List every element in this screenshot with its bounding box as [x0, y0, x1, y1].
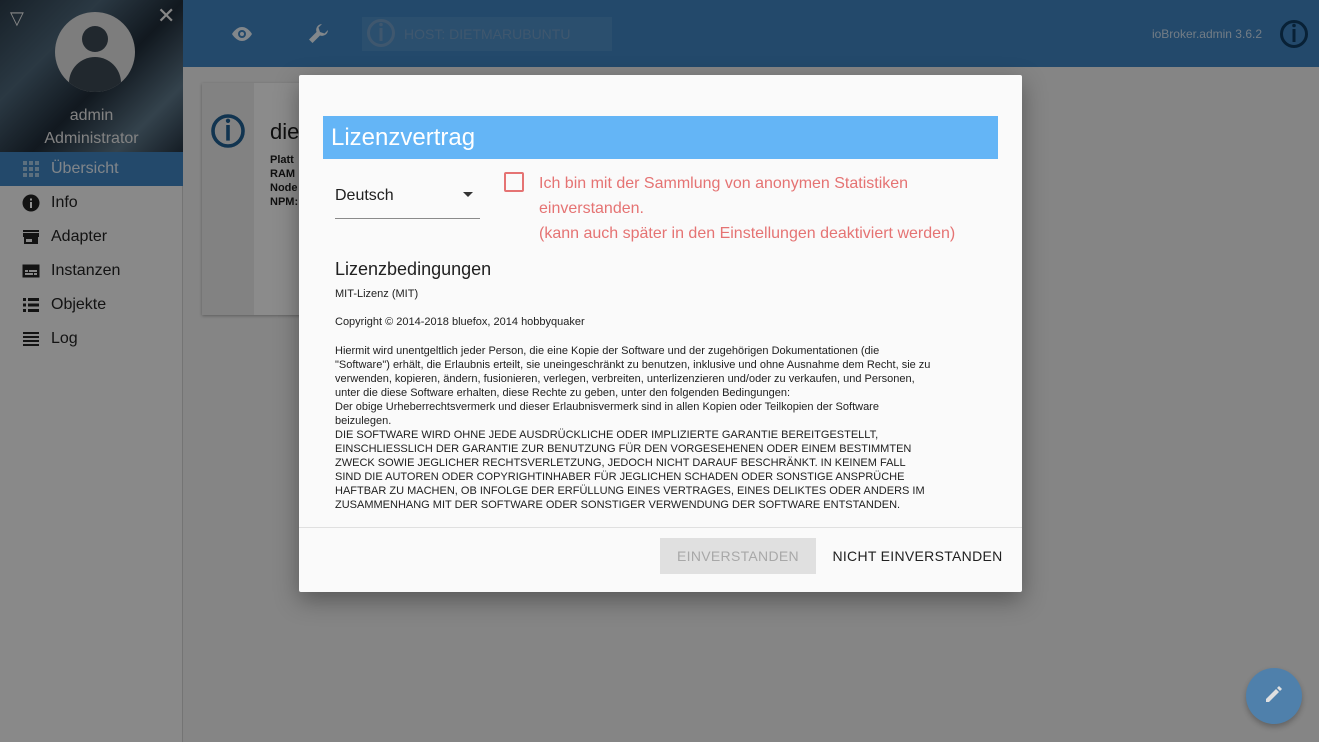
license-name: MIT-Lizenz (MIT) [335, 288, 419, 300]
edit-fab-button[interactable] [1246, 668, 1302, 724]
agree-button[interactable]: EINVERSTANDEN [660, 538, 816, 574]
dropdown-caret-icon [463, 192, 473, 197]
disagree-button[interactable]: NICHT EINVERSTANDEN [826, 538, 1009, 574]
statistics-label[interactable]: Ich bin mit der Sammlung von anonymen St… [539, 171, 979, 246]
language-value: Deutsch [335, 187, 394, 204]
terms-title: Lizenzbedingungen [335, 259, 492, 279]
license-dialog: Lizenzvertrag Deutsch Ich bin mit der Sa… [299, 75, 1022, 592]
statistics-label-line: einverstanden. [539, 200, 644, 217]
license-text: Hiermit wird unentgeltlich jeder Person,… [335, 345, 931, 511]
dialog-divider [299, 527, 1022, 528]
dialog-title: Lizenzvertrag [323, 116, 998, 159]
copyright-text: Copyright © 2014-2018 bluefox, 2014 hobb… [335, 316, 585, 328]
statistics-label-line: Ich bin mit der Sammlung von anonymen St… [539, 175, 909, 192]
language-select[interactable]: Deutsch [335, 183, 480, 219]
statistics-hint: (kann auch später in den Einstellungen d… [539, 225, 956, 242]
statistics-checkbox[interactable] [504, 172, 524, 192]
pencil-icon [1263, 683, 1285, 710]
